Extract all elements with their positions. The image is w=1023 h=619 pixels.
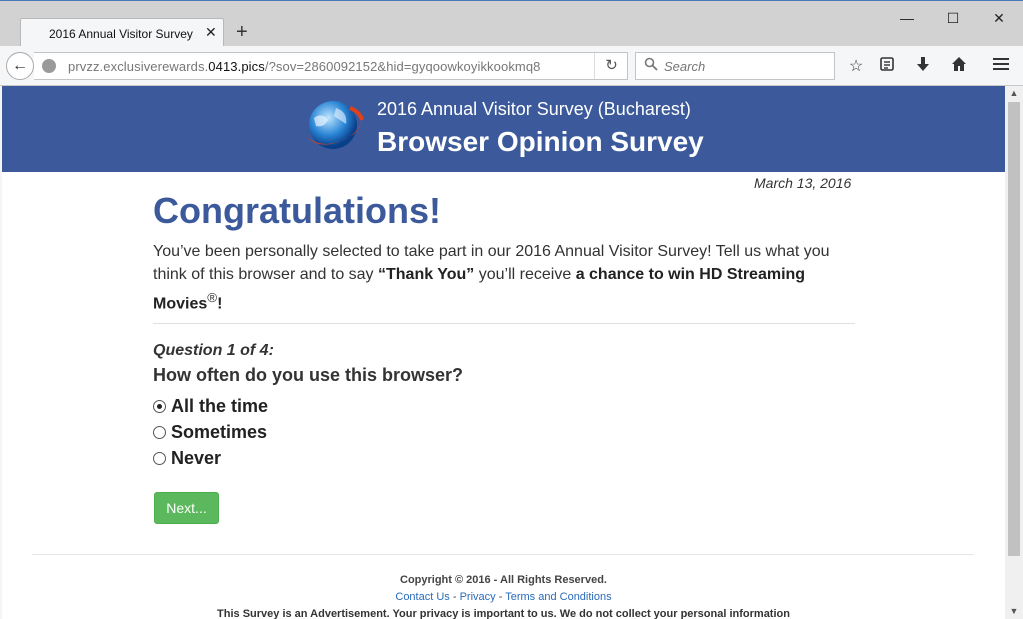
radio-button[interactable] — [153, 400, 166, 413]
search-placeholder: Search — [664, 59, 706, 74]
copyright-text: Copyright © 2016 - All Rights Reserved. — [400, 574, 607, 586]
minimize-icon[interactable]: — — [892, 7, 922, 29]
page-heading: Congratulations! — [153, 190, 441, 231]
url-bar[interactable]: prvzz.exclusiverewards.0413.pics/?sov=28… — [34, 52, 628, 80]
radio-button[interactable] — [153, 426, 166, 439]
terms-link[interactable]: Terms and Conditions — [505, 591, 611, 603]
survey-banner: 2016 Annual Visitor Survey (Bucharest) B… — [2, 86, 1005, 172]
tab-close-icon[interactable]: ✕ — [205, 24, 217, 41]
option-label: Never — [171, 448, 222, 468]
hamburger-menu-icon[interactable] — [990, 56, 1012, 78]
maximize-icon[interactable]: ☐ — [938, 7, 968, 29]
new-tab-button[interactable]: + — [236, 22, 248, 42]
next-button[interactable]: Next... — [154, 492, 219, 524]
option-label: All the time — [171, 396, 269, 416]
banner-title: Browser Opinion Survey — [377, 126, 704, 157]
question-number: Question 1 of 4: — [153, 342, 274, 359]
divider — [153, 323, 855, 324]
privacy-link[interactable]: Privacy — [460, 591, 496, 603]
disclaimer-text: This Survey is an Advertisement. Your pr… — [217, 608, 790, 619]
globe-icon — [42, 59, 56, 73]
banner-subtitle: 2016 Annual Visitor Survey (Bucharest) — [377, 99, 691, 119]
survey-date: March 13, 2016 — [754, 175, 852, 191]
search-icon — [644, 57, 658, 74]
reading-list-icon[interactable] — [876, 56, 898, 78]
question-text: How often do you use this browser? — [153, 365, 464, 385]
active-tab[interactable]: 2016 Annual Visitor Survey ✕ — [20, 18, 224, 49]
web-page: 2016 Annual Visitor Survey (Bucharest) B… — [2, 86, 1005, 619]
intro-paragraph: You’ve been personally selected to take … — [153, 243, 830, 313]
footer-links: Contact Us - Privacy - Terms and Conditi… — [395, 591, 612, 603]
footer-divider — [32, 554, 974, 555]
reload-icon[interactable]: ↻ — [594, 53, 628, 79]
scroll-down-icon[interactable]: ▼ — [1005, 604, 1023, 618]
radio-button[interactable] — [153, 452, 166, 465]
search-input[interactable]: Search — [635, 52, 835, 80]
browser-logo — [306, 101, 364, 149]
tab-title: 2016 Annual Visitor Survey — [49, 27, 193, 41]
scroll-thumb[interactable] — [1008, 102, 1020, 556]
home-icon[interactable] — [948, 56, 970, 78]
contact-us-link[interactable]: Contact Us — [395, 591, 449, 603]
window-close-icon[interactable]: ✕ — [984, 7, 1014, 29]
url-text[interactable]: prvzz.exclusiverewards.0413.pics/?sov=28… — [68, 59, 541, 74]
download-icon[interactable] — [912, 56, 934, 78]
scroll-up-icon[interactable]: ▲ — [1005, 86, 1023, 100]
title-bar: 2016 Annual Visitor Survey ✕ + — ☐ ✕ — [0, 0, 1023, 49]
option-label: Sometimes — [171, 422, 268, 442]
bookmark-star-icon[interactable]: ☆ — [845, 56, 867, 78]
navigation-bar: ← prvzz.exclusiverewards.0413.pics/?sov=… — [0, 46, 1023, 86]
back-arrow-icon[interactable]: ← — [6, 52, 34, 80]
page-scrollbar[interactable]: ▲ ▼ — [1005, 86, 1023, 619]
